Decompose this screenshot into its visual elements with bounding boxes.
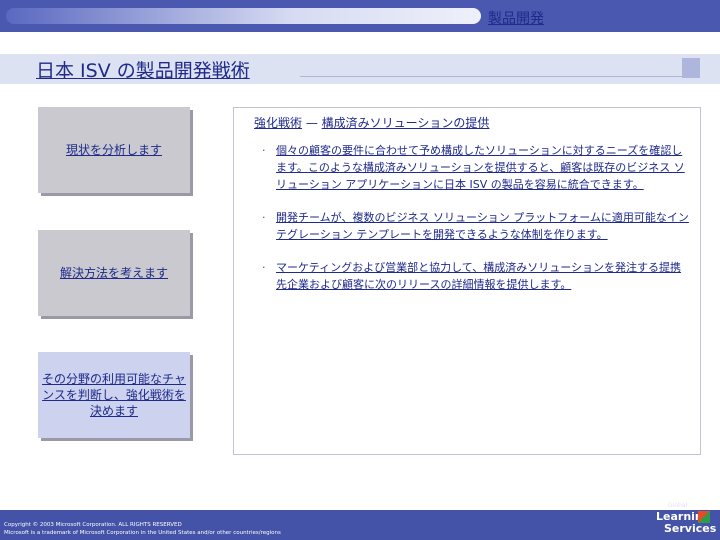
trademark-text: Microsoft is a trademark of Microsoft Co…	[4, 530, 281, 536]
header-gradient-bar	[6, 8, 481, 24]
content-area: 日本 ISV の製品開発戦術 現状を分析します 解決方法を考えます その分野の利…	[0, 32, 720, 510]
logo-line2: Services	[664, 522, 717, 535]
slide: 製品開発 日本 ISV の製品開発戦術 現状を分析します 解決方法を考えます そ…	[0, 0, 720, 540]
bullet-icon: ·	[262, 144, 266, 157]
bullet-list: · 個々の顧客の要件に合わせて予め構成したソリューションに対するニーズを確認します…	[262, 142, 691, 309]
step-label: その分野の利用可能なチャンスを判断し、強化戦術を決めます	[42, 371, 186, 419]
heading-dash: —	[302, 116, 322, 130]
slide-title: 日本 ISV の製品開発戦術	[36, 60, 250, 82]
heading-part1: 強化戦術	[254, 116, 303, 130]
top-bar: 製品開発	[0, 0, 720, 32]
title-rule	[300, 76, 695, 77]
bullet-icon: ·	[262, 261, 266, 274]
list-item: · 個々の顧客の要件に合わせて予め構成したソリューションに対するニーズを確認します…	[262, 142, 691, 193]
step-box-tactics: その分野の利用可能なチャンスを判断し、強化戦術を決めます	[38, 352, 190, 438]
section-label: 製品開発	[488, 11, 544, 27]
list-item: · 開発チームが、複数のビジネス ソリューション プラットフォームに適用可能なイン…	[262, 209, 691, 243]
step-label: 現状を分析します	[65, 142, 162, 157]
step-label: 解決方法を考えます	[59, 265, 168, 280]
list-item: · マーケティングおよび営業部と協力して、構成済みソリューションを発注する提携先企…	[262, 259, 691, 293]
bullet-icon: ·	[262, 211, 266, 224]
title-band: 日本 ISV の製品開発戦術	[0, 54, 720, 84]
step-box-analyze: 現状を分析します	[38, 107, 190, 193]
step-box-solve: 解決方法を考えます	[38, 230, 190, 316]
bullet-text: 個々の顧客の要件に合わせて予め構成したソリューションに対するニーズを確認します。…	[276, 144, 685, 191]
panel-heading: 強化戦術 — 構成済みソリューションの提供	[254, 114, 489, 131]
logo-global: Global	[668, 502, 688, 509]
footer: Copyright © 2003 Microsoft Corporation. …	[0, 510, 720, 540]
learning-services-logo: Global Learning Services	[646, 502, 716, 538]
title-endcap	[682, 58, 700, 78]
bullet-text: 開発チームが、複数のビジネス ソリューション プラットフォームに適用可能なインテ…	[276, 211, 689, 241]
tactics-panel: 強化戦術 — 構成済みソリューションの提供 · 個々の顧客の要件に合わせて予め構成…	[233, 107, 701, 455]
copyright-text: Copyright © 2003 Microsoft Corporation. …	[4, 522, 182, 528]
heading-part2: 構成済みソリューションの提供	[321, 116, 490, 130]
logo-mark-icon	[698, 511, 710, 523]
bullet-text: マーケティングおよび営業部と協力して、構成済みソリューションを発注する提携先企業…	[276, 261, 682, 291]
